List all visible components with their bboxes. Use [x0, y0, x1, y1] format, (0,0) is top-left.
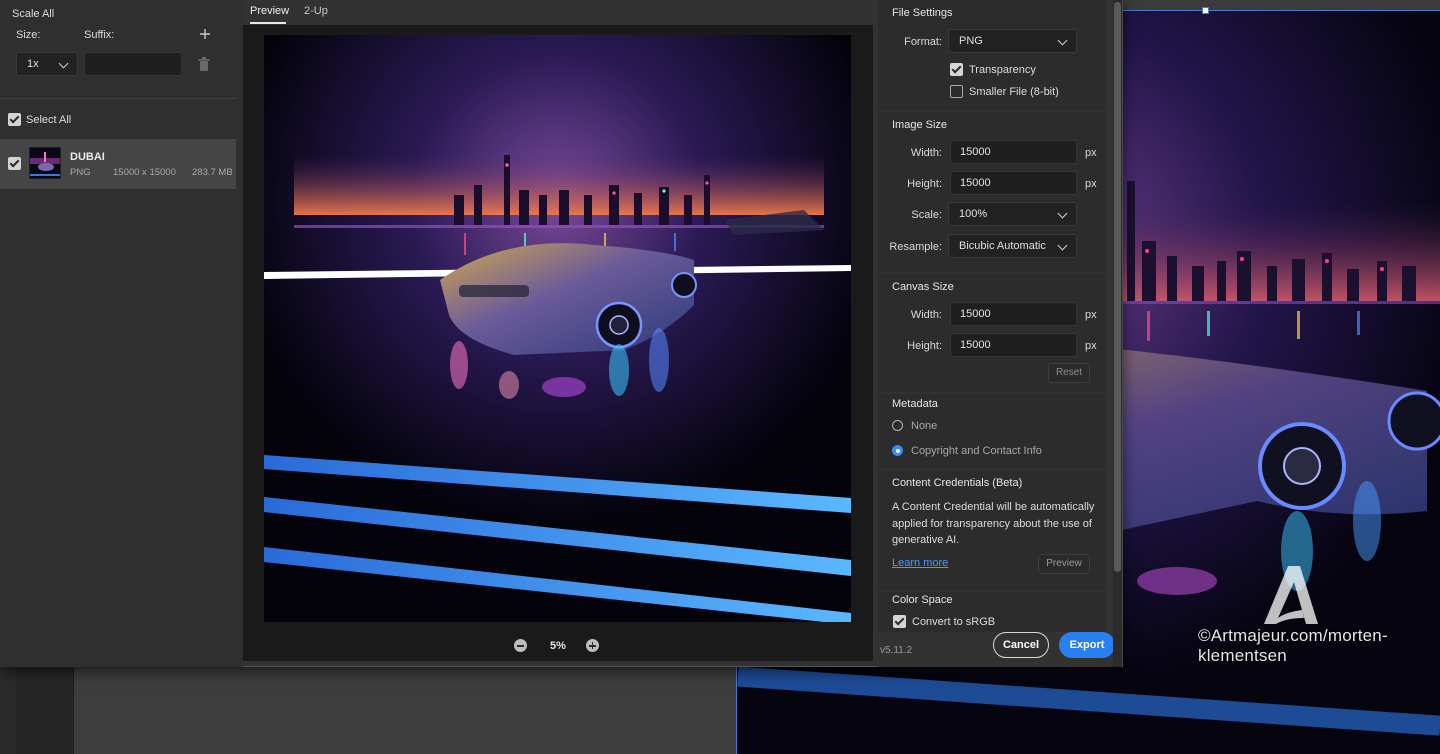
cancel-button[interactable]: Cancel [993, 632, 1049, 658]
content-credentials-text-1: A Content Credential will be automatical… [892, 501, 1095, 513]
background-canvas-area [74, 667, 736, 754]
metadata-title: Metadata [892, 398, 938, 410]
smaller-file-label: Smaller File (8-bit) [969, 86, 1059, 98]
resample-dropdown[interactable]: Bicubic Automatic [948, 234, 1077, 258]
credentials-preview-button[interactable]: Preview [1038, 554, 1090, 574]
metadata-copyright-label: Copyright and Contact Info [911, 445, 1042, 457]
reset-button[interactable]: Reset [1048, 363, 1090, 383]
content-credentials-text-2: applied for transparency about the use o… [892, 518, 1092, 530]
asset-checkbox[interactable] [8, 157, 21, 170]
scale-dropdown[interactable]: 1x [16, 52, 78, 76]
asset-thumbnail [29, 147, 61, 179]
asset-row[interactable]: DUBAI PNG 15000 x 15000 283.7 MB [0, 139, 236, 189]
scale-dropdown-value: 1x [27, 58, 39, 70]
tab-preview[interactable]: Preview [250, 5, 289, 17]
format-label: Format: [904, 36, 942, 48]
canvas-size-title: Canvas Size [892, 281, 954, 293]
delete-scale-button[interactable] [197, 57, 211, 72]
canvas-width-input[interactable]: 15000 [950, 302, 1077, 326]
plus-icon [200, 29, 210, 39]
size-label: Size: [16, 29, 41, 41]
content-credentials-title: Content Credentials (Beta) [892, 477, 1023, 489]
tab-2-up[interactable]: 2-Up [304, 5, 328, 17]
canvas-height-unit: px [1085, 340, 1097, 352]
image-scale-dropdown[interactable]: 100% [948, 202, 1077, 226]
metadata-copyright-radio[interactable] [892, 445, 903, 456]
image-width-input[interactable]: 15000 [950, 140, 1077, 164]
image-height-unit: px [1085, 178, 1097, 190]
image-size-section: Image Size Width: 15000 px Height: 15000… [878, 112, 1106, 272]
canvas-width-unit: px [1085, 309, 1097, 321]
transparency-checkbox[interactable] [950, 63, 963, 76]
file-settings-section: File Settings Format: PNG Transparency S… [878, 0, 1106, 110]
active-tab-indicator [250, 22, 286, 24]
format-dropdown[interactable]: PNG [948, 29, 1077, 53]
metadata-none-radio[interactable] [892, 420, 903, 431]
content-credentials-text-3: generative AI. [892, 534, 960, 546]
suffix-input[interactable] [84, 52, 182, 76]
convert-srgb-label: Convert to sRGB [912, 616, 996, 628]
zoom-out-button[interactable] [514, 639, 527, 652]
file-settings-title: File Settings [892, 7, 953, 19]
canvas-size-section: Canvas Size Width: 15000 px Height: 1500… [878, 274, 1106, 392]
canvas-height-label: Height: [907, 340, 942, 352]
image-width-unit: px [1085, 147, 1097, 159]
background-toolbar [16, 667, 74, 754]
export-as-dialog: Scale All Size: Suffix: 1x Select All DU… [0, 0, 1123, 667]
chevron-down-icon [1057, 240, 1068, 251]
settings-panel: File Settings Format: PNG Transparency S… [878, 0, 1115, 667]
resample-value: Bicubic Automatic [959, 240, 1046, 252]
convert-srgb-checkbox[interactable] [893, 615, 906, 628]
metadata-none-label: None [911, 420, 938, 432]
add-scale-button[interactable] [198, 27, 212, 41]
zoom-in-button[interactable] [586, 639, 599, 652]
chevron-down-icon [58, 58, 69, 69]
settings-scrollbar-thumb[interactable] [1114, 2, 1121, 572]
select-all-checkbox[interactable] [8, 113, 21, 126]
preview-image [264, 35, 851, 622]
canvas-height-input[interactable]: 15000 [950, 333, 1077, 357]
image-scale-value: 100% [959, 208, 988, 220]
image-height-input[interactable]: 15000 [950, 171, 1077, 195]
scale-label: Scale: [911, 209, 942, 221]
transparency-label: Transparency [969, 64, 1036, 76]
asset-dimensions: 15000 x 15000 [113, 167, 176, 178]
image-size-title: Image Size [892, 119, 948, 131]
image-width-label: Width: [910, 147, 942, 159]
watermark-text: ©Artmajeur.com/morten-klementsen [1198, 626, 1388, 665]
content-credentials-section: Content Credentials (Beta) A Content Cre… [878, 470, 1106, 590]
background-panel-edge [0, 667, 16, 754]
version-label: v5.11.2 [880, 645, 913, 656]
image-height-label: Height: [907, 178, 942, 190]
selection-handle[interactable] [1202, 7, 1209, 14]
export-button[interactable]: Export [1059, 632, 1115, 658]
select-all-label: Select All [26, 114, 72, 126]
divider [0, 98, 236, 99]
learn-more-link[interactable]: Learn more [892, 557, 948, 569]
asset-format: PNG [70, 167, 91, 178]
suffix-label: Suffix: [84, 29, 115, 41]
trash-icon [198, 57, 210, 71]
canvas-width-label: Width: [910, 309, 942, 321]
chevron-down-icon [1057, 208, 1068, 219]
color-space-title: Color Space [892, 594, 953, 606]
resample-label: Resample: [889, 241, 942, 253]
metadata-section: Metadata None Copyright and Contact Info [878, 394, 1106, 468]
smaller-file-checkbox[interactable] [950, 85, 963, 98]
scale-all-heading: Scale All [12, 8, 55, 20]
chevron-down-icon [1057, 35, 1068, 46]
format-dropdown-value: PNG [959, 35, 983, 47]
artmajeur-logo-icon [1264, 566, 1318, 624]
zoom-level: 5% [550, 640, 566, 652]
asset-name: DUBAI [70, 151, 105, 163]
assets-panel: Scale All Size: Suffix: 1x Select All DU… [0, 0, 243, 667]
asset-size: 283.7 MB [192, 167, 233, 178]
color-space-section: Color Space Convert to sRGB [878, 592, 1106, 632]
